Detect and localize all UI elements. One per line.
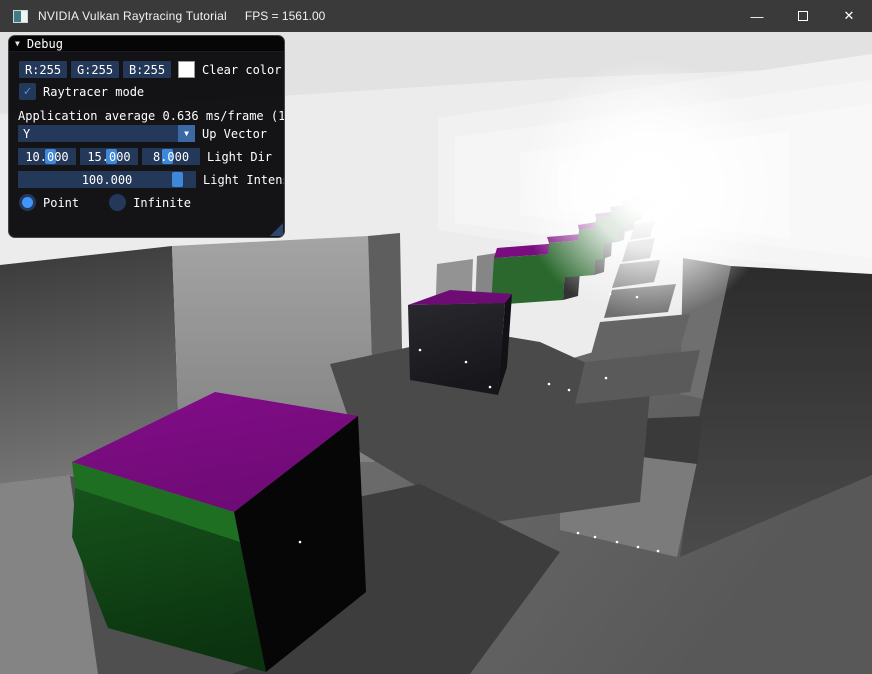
app-icon bbox=[13, 10, 28, 23]
resize-grip[interactable] bbox=[270, 223, 283, 236]
radio-point-label: Point bbox=[43, 196, 79, 210]
clear-color-row: R:255 G:255 B:255 Clear color bbox=[19, 61, 281, 78]
speckle-dot bbox=[419, 349, 422, 352]
up-vector-combo[interactable]: Y ▼ bbox=[18, 125, 195, 142]
debug-panel: ▼ Debug R:255 G:255 B:255 Clear color ✓ … bbox=[8, 35, 285, 238]
maximize-button[interactable] bbox=[780, 0, 826, 32]
window-controls: — ✕ bbox=[734, 0, 872, 32]
speckle-dot bbox=[637, 546, 640, 549]
maximize-icon bbox=[798, 11, 808, 21]
light-type-row: Point Infinite bbox=[19, 194, 191, 211]
window-titlebar: NVIDIA Vulkan Raytracing Tutorial FPS = … bbox=[0, 0, 872, 32]
speckle-dot bbox=[609, 293, 612, 296]
light-intensity-value: 100.000 bbox=[82, 173, 133, 187]
light-dir-y-slider[interactable]: 15.000 bbox=[80, 148, 138, 165]
radio-infinite[interactable] bbox=[109, 194, 126, 211]
app-icon-right bbox=[21, 11, 27, 22]
close-icon: ✕ bbox=[844, 8, 855, 24]
slider-grab[interactable] bbox=[172, 172, 183, 187]
color-b-field[interactable]: B:255 bbox=[123, 61, 171, 78]
close-button[interactable]: ✕ bbox=[826, 0, 872, 32]
clear-color-label: Clear color bbox=[202, 63, 281, 77]
minimize-icon: — bbox=[751, 9, 764, 24]
up-vector-value: Y bbox=[23, 127, 30, 141]
light-intensity-label: Light Intens bbox=[203, 173, 285, 187]
speckle-dot bbox=[299, 541, 302, 544]
light-intensity-slider[interactable]: 100.000 bbox=[18, 171, 196, 188]
raytracer-label: Raytracer mode bbox=[43, 85, 144, 99]
speckle-dot bbox=[568, 389, 571, 392]
speckle-dot bbox=[605, 377, 608, 380]
radio-infinite-label: Infinite bbox=[133, 196, 191, 210]
light-dir-x-slider[interactable]: 10.000 bbox=[18, 148, 76, 165]
perf-stats-text: Application average 0.636 ms/frame (15 bbox=[18, 109, 285, 123]
chevron-down-icon: ▼ bbox=[184, 129, 189, 138]
speckle-dot bbox=[594, 536, 597, 539]
debug-panel-title: Debug bbox=[27, 37, 63, 51]
light-dir-z-slider[interactable]: 8.000 bbox=[142, 148, 200, 165]
light-dir-z-value: 8.000 bbox=[153, 150, 189, 164]
collapse-arrow-icon: ▼ bbox=[15, 39, 20, 48]
raytracer-row: ✓ Raytracer mode bbox=[19, 83, 144, 100]
light-dir-x-value: 10.000 bbox=[25, 150, 68, 164]
clear-color-swatch[interactable] bbox=[178, 61, 195, 78]
up-vector-label: Up Vector bbox=[202, 127, 267, 141]
light-intensity-row: 100.000 Light Intens bbox=[18, 171, 285, 188]
speckle-dot bbox=[657, 550, 660, 553]
debug-panel-body: R:255 G:255 B:255 Clear color ✓ Raytrace… bbox=[9, 52, 284, 238]
minimize-button[interactable]: — bbox=[734, 0, 780, 32]
checkmark-icon: ✓ bbox=[24, 85, 32, 98]
scene-midcube-front bbox=[408, 303, 505, 395]
speckle-dot bbox=[636, 296, 639, 299]
radio-point[interactable] bbox=[19, 194, 36, 211]
speckle-dot bbox=[548, 383, 551, 386]
light-glow-core bbox=[600, 141, 696, 237]
combo-arrow-button[interactable]: ▼ bbox=[178, 125, 195, 142]
raytracer-checkbox[interactable]: ✓ bbox=[19, 83, 36, 100]
speckle-dot bbox=[465, 361, 468, 364]
debug-panel-header[interactable]: ▼ Debug bbox=[9, 36, 284, 52]
fps-counter: FPS = 1561.00 bbox=[245, 9, 325, 23]
speckle-dot bbox=[489, 386, 492, 389]
speckle-dot bbox=[577, 532, 580, 535]
color-r-field[interactable]: R:255 bbox=[19, 61, 67, 78]
light-dir-y-value: 15.000 bbox=[87, 150, 130, 164]
color-g-field[interactable]: G:255 bbox=[71, 61, 119, 78]
light-dir-row: 10.000 15.000 8.000 Light Dir bbox=[18, 148, 272, 165]
speckle-dot bbox=[616, 541, 619, 544]
light-dir-label: Light Dir bbox=[207, 150, 272, 164]
app-icon-left bbox=[14, 11, 21, 22]
up-vector-row: Y ▼ Up Vector bbox=[18, 125, 267, 142]
window-title: NVIDIA Vulkan Raytracing Tutorial bbox=[38, 9, 227, 23]
